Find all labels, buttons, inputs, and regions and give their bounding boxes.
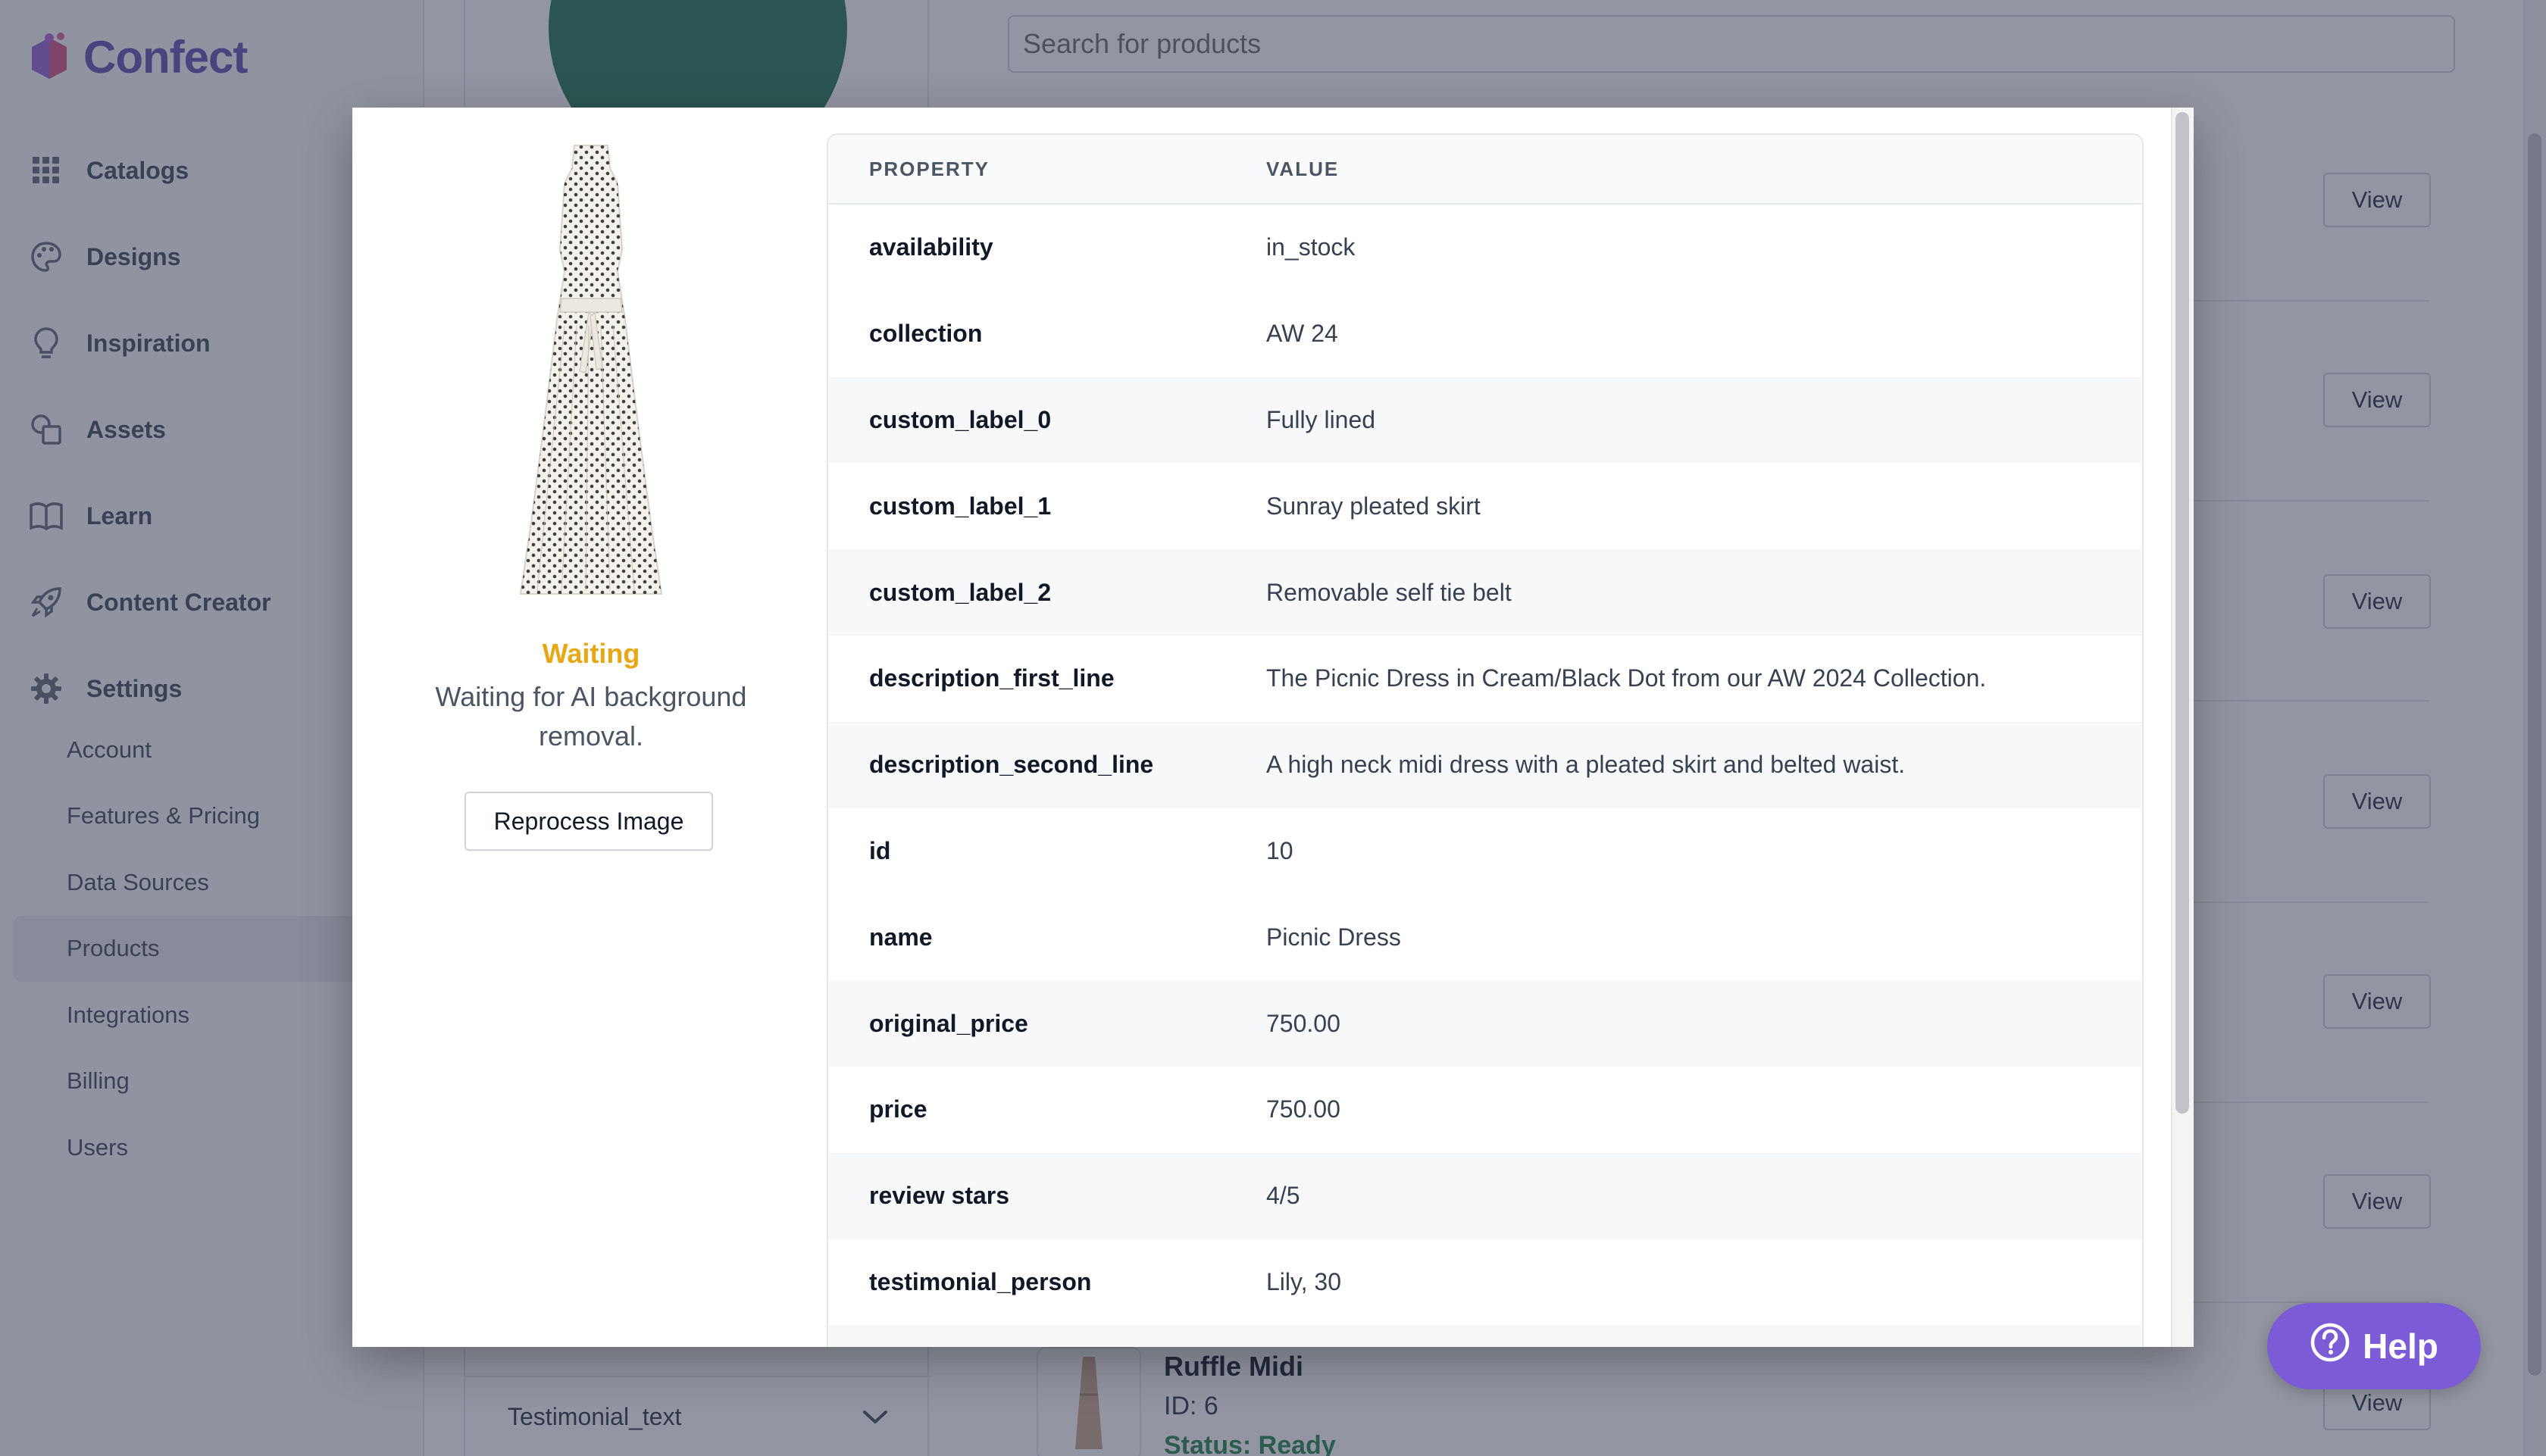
- processing-status-title: Waiting: [542, 638, 640, 669]
- value-cell: Sunray pleated skirt: [1266, 492, 1481, 520]
- property-cell: custom_label_0: [869, 405, 1052, 433]
- value-cell: A high neck midi dress with a pleated sk…: [1266, 751, 1906, 779]
- property-cell: availability: [869, 233, 993, 261]
- modal-scrollbar-thumb[interactable]: [2175, 112, 2189, 1114]
- table-row: review stars 4/5: [828, 1152, 2142, 1239]
- column-header-value: VALUE: [1266, 157, 1340, 180]
- table-row: id 10: [828, 808, 2142, 895]
- table-row: price 750.00: [828, 1067, 2142, 1153]
- property-cell: custom_label_2: [869, 578, 1052, 606]
- value-cell: Picnic Dress: [1266, 923, 1401, 951]
- property-cell: description_first_line: [869, 664, 1115, 692]
- table-row: availability in_stock: [828, 205, 2142, 291]
- value-cell: Removable self tie belt: [1266, 578, 1512, 606]
- table-row: name Picnic Dress: [828, 894, 2142, 980]
- question-icon: [2310, 1322, 2351, 1371]
- table-row: collection AW 24: [828, 291, 2142, 377]
- value-cell: 4/5: [1266, 1182, 1300, 1210]
- product-image: [519, 145, 663, 595]
- properties-table: PROPERTY VALUE availability in_stock col…: [827, 133, 2144, 1347]
- table-row: testimonial_person Lily, 30: [828, 1239, 2142, 1326]
- value-cell: Fully lined: [1266, 405, 1376, 433]
- property-cell: testimonial_person: [869, 1267, 1092, 1295]
- property-cell: description_second_line: [869, 751, 1154, 779]
- table-row: description_second_line A high neck midi…: [828, 721, 2142, 808]
- property-cell: price: [869, 1095, 927, 1123]
- help-button[interactable]: Help: [2267, 1303, 2481, 1389]
- property-cell: review stars: [869, 1182, 1010, 1210]
- table-row: original_price 750.00: [828, 980, 2142, 1067]
- reprocess-image-button[interactable]: Reprocess Image: [464, 792, 713, 851]
- processing-status-description: Waiting for AI background removal.: [435, 681, 747, 751]
- value-cell: AW 24: [1266, 320, 1338, 348]
- property-cell: name: [869, 923, 933, 951]
- property-cell: original_price: [869, 1009, 1028, 1037]
- value-cell: 750.00: [1266, 1095, 1340, 1123]
- table-row: custom_label_2 Removable self tie belt: [828, 549, 2142, 636]
- table-row: custom_label_1 Sunray pleated skirt: [828, 463, 2142, 549]
- value-cell: in_stock: [1266, 233, 1356, 261]
- image-panel: Waiting Waiting for AI background remova…: [352, 108, 830, 1347]
- property-cell: custom_label_1: [869, 492, 1052, 520]
- value-cell: 750.00: [1266, 1009, 1340, 1037]
- table-row: custom_label_0 Fully lined: [828, 376, 2142, 464]
- property-cell: collection: [869, 320, 983, 348]
- value-cell: The Picnic Dress in Cream/Black Dot from…: [1266, 664, 1987, 692]
- value-cell: Lily, 30: [1266, 1267, 1342, 1295]
- product-details-modal: Waiting Waiting for AI background remova…: [352, 108, 2194, 1347]
- table-row: description_first_line The Picnic Dress …: [828, 636, 2142, 722]
- modal-scrollbar[interactable]: [2171, 108, 2194, 1347]
- table-header: PROPERTY VALUE: [828, 135, 2142, 205]
- help-label: Help: [2363, 1326, 2438, 1366]
- column-header-property: PROPERTY: [869, 157, 990, 180]
- table-row: [828, 1325, 2142, 1347]
- property-cell: id: [869, 836, 891, 864]
- value-cell: 10: [1266, 836, 1293, 864]
